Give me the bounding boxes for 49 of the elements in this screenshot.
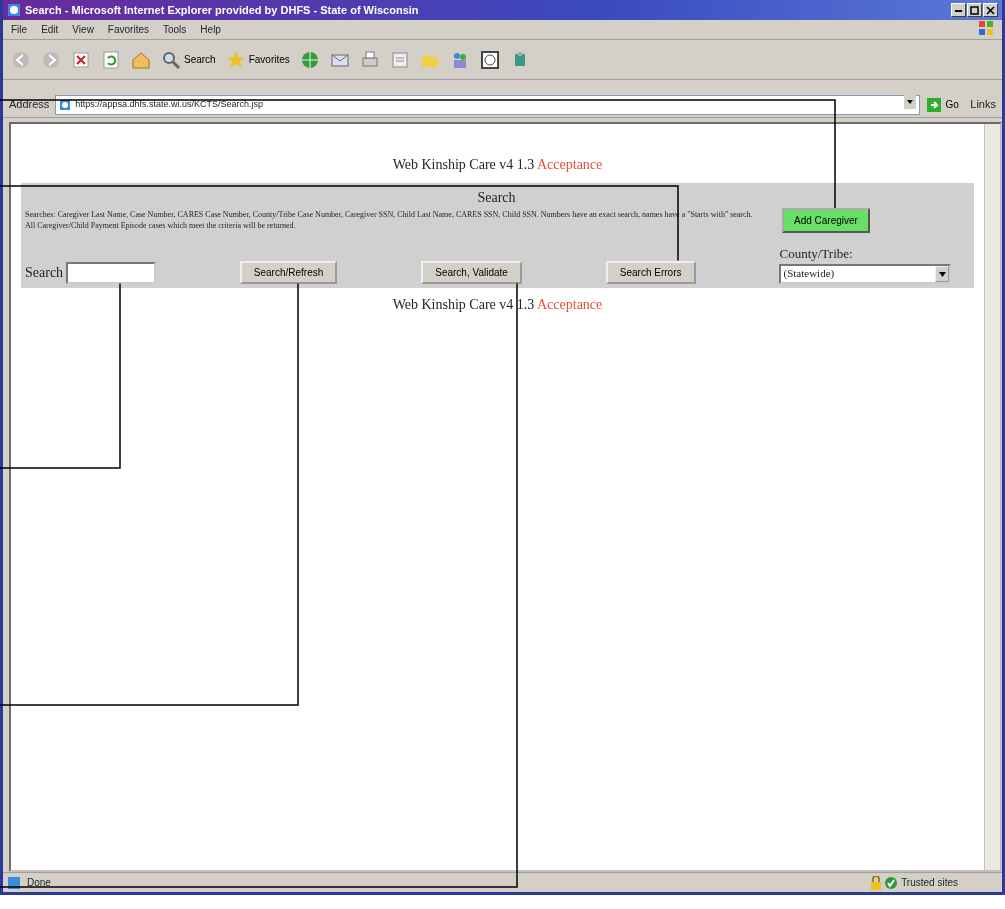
zone-text: Trusted sites [901,876,958,890]
stop-icon[interactable] [71,49,91,70]
search-button[interactable]: Search/Refresh [239,260,338,284]
forward-icon[interactable] [41,49,61,70]
search-button[interactable]: Search, Validate [421,260,522,284]
windows-logo-icon [978,19,994,36]
minimize-icon [955,9,962,12]
lock-icon [869,875,882,890]
address-field[interactable]: https://appsa.dhfs.state.wi.us/KCTS/Search.jsp [55,94,921,115]
maximize-button[interactable] [967,3,982,17]
search-icon [161,49,181,70]
window-title: Search - Microsoft Internet Explorer provided by DHFS - State of Wisconsin [25,2,419,18]
refresh-icon[interactable] [101,49,121,70]
minimize-button[interactable] [951,3,966,17]
menu-item[interactable]: Help [200,22,221,37]
panel-title: Search [477,190,516,205]
star-icon [225,49,246,70]
county-label: County/Tribe: [779,245,854,263]
search-button[interactable]: Search Errors [605,260,696,284]
globe-icon[interactable] [299,49,320,70]
search-field[interactable] [65,261,156,284]
close-icon [986,6,995,16]
document-icon[interactable] [389,49,410,70]
printer-icon[interactable] [359,49,380,70]
status-text: Done [27,876,51,890]
close-button[interactable] [983,3,998,17]
page-heading: Web Kinship Care v4 1.3 Acceptance [391,156,604,174]
toolbar-button[interactable]: Search [161,49,216,70]
go-button[interactable]: Go [926,96,959,113]
clock-icon[interactable] [479,49,500,70]
maximize-icon [970,6,979,16]
toolbar-button[interactable]: Favorites [225,49,290,70]
menu-item[interactable]: Favorites [107,22,149,37]
address-label: Address [9,97,50,113]
menu-item[interactable]: File [11,22,28,37]
search-label: Search [25,264,64,282]
page-icon [59,98,72,111]
check-icon [884,875,899,890]
back-icon[interactable] [11,49,31,70]
scrollbar[interactable] [984,124,1000,870]
menu-item[interactable]: Edit [41,22,59,37]
menu-item[interactable]: Tools [163,22,187,37]
browser-icon [7,3,21,17]
county-select[interactable]: (Statewide) [779,263,952,284]
page-heading: Web Kinship Care v4 1.3 Acceptance [391,295,604,314]
links-button[interactable]: Links [970,96,996,113]
dropdown-arrow-icon [938,272,946,278]
add-caregiver-button[interactable]: Add Caregiver [782,208,870,233]
menu-item[interactable]: View [72,22,94,37]
